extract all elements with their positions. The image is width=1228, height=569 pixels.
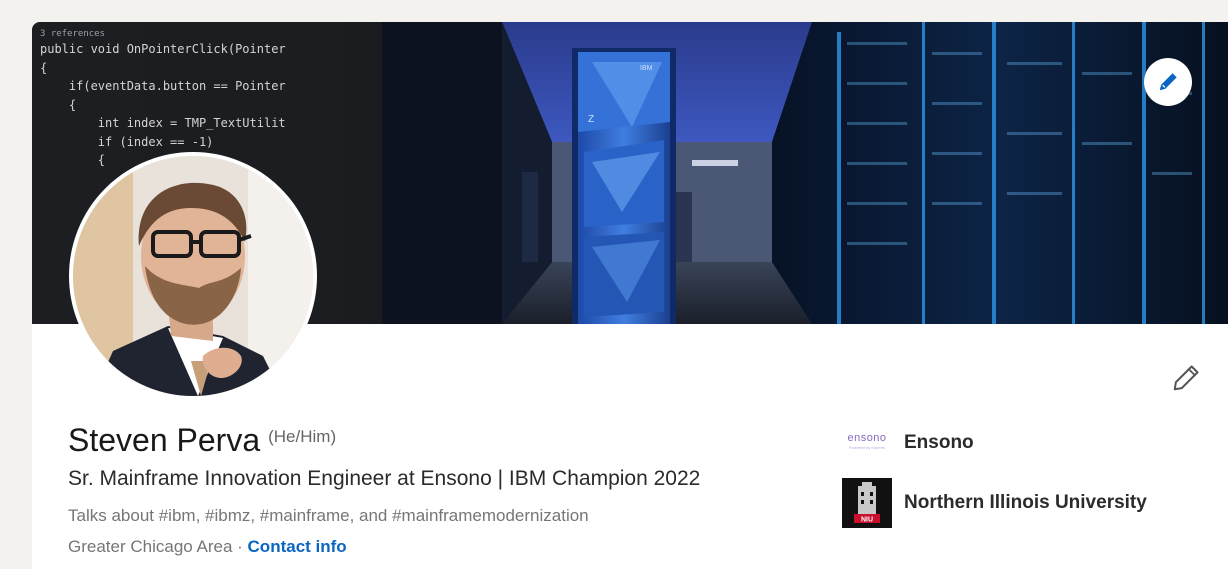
pencil-icon [1159, 73, 1177, 91]
svg-text:Z: Z [588, 114, 594, 125]
separator: · [232, 537, 248, 556]
edit-intro-button[interactable] [1166, 358, 1206, 398]
profile-headline: Sr. Mainframe Innovation Engineer at Ens… [68, 467, 701, 490]
svg-text:NIU: NIU [861, 517, 873, 524]
profile-photo[interactable] [69, 152, 317, 400]
profile-location: Greater Chicago Area [68, 537, 233, 556]
location-row: Greater Chicago Area · Contact info [68, 537, 347, 557]
edit-banner-button[interactable] [1144, 58, 1192, 106]
server-label: IBM [640, 65, 653, 72]
talks-about: Talks about #ibm, #ibmz, #mainframe, and… [68, 506, 589, 525]
experience-label: Northern Illinois University [904, 492, 1147, 513]
experience-item-ensono[interactable]: ensono Powered by Experts Ensono [842, 418, 974, 468]
contact-info-link[interactable]: Contact info [248, 537, 347, 556]
ensono-logo-icon: ensono Powered by Experts [847, 432, 887, 451]
experience-label: Ensono [904, 432, 974, 453]
profile-pronouns: (He/Him) [268, 427, 337, 446]
profile-name: Steven Perva [68, 422, 261, 458]
experience-item-niu[interactable]: NIU Northern Illinois University [842, 478, 1147, 528]
name-row: Steven Perva (He/Him) [68, 422, 336, 459]
profile-card: IBM Z 3 references public void OnPointerC… [32, 22, 1228, 569]
avatar-image [73, 156, 313, 396]
niu-logo-icon: NIU [842, 478, 892, 528]
pencil-icon [1173, 365, 1199, 391]
